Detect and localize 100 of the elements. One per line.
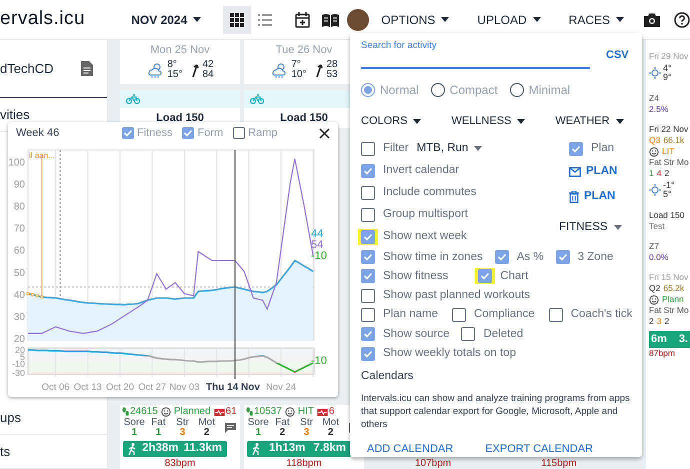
dropdown-button[interactable]: WELLNESS [451, 113, 526, 130]
footprints-icon [246, 407, 253, 417]
search-field[interactable]: Search for activity [361, 39, 590, 69]
menu-button[interactable]: RACES [568, 10, 624, 28]
checkbox[interactable] [122, 127, 134, 139]
checkbox[interactable] [548, 308, 563, 322]
checkbox[interactable] [361, 269, 375, 284]
checkmark-icon [363, 348, 373, 359]
envelope-icon [569, 167, 581, 177]
axis-tick-label: Oct 20 [106, 382, 134, 393]
temperature: 5° [663, 190, 673, 199]
help-icon[interactable] [674, 12, 690, 28]
book-icon[interactable] [322, 12, 340, 26]
csv-button[interactable]: CSV [606, 46, 629, 63]
checkbox[interactable] [461, 327, 476, 342]
section-heading: Calendars [361, 369, 414, 384]
radio-button[interactable] [510, 83, 524, 97]
wellness-label: Mot [321, 418, 340, 428]
caret-icon [413, 118, 422, 124]
checkmark-icon [363, 271, 373, 282]
select-dropdown[interactable]: MTB, Run [416, 140, 482, 158]
dropdown-button[interactable]: COLORS [361, 113, 422, 130]
calendar-button[interactable]: EXPORT CALENDAR [485, 440, 593, 458]
checkbox[interactable] [569, 142, 583, 156]
sidebar-item[interactable]: ts [0, 435, 107, 469]
checkbox[interactable] [494, 250, 509, 264]
checkbox[interactable] [233, 127, 246, 139]
dropdown-button[interactable]: WEATHER [555, 113, 624, 130]
checkmark-icon [363, 329, 373, 340]
wellness-label: Mot [197, 418, 216, 428]
checkbox-label: Include commutes [383, 184, 476, 200]
smiley-icon [649, 294, 659, 304]
checkbox-label: Show time in zones [383, 250, 483, 265]
calendar-add-icon[interactable] [295, 12, 310, 28]
plan-button[interactable]: PLAN [569, 188, 616, 206]
caret-icon [474, 146, 482, 151]
series-end-value: 44 [311, 229, 324, 240]
checkbox[interactable] [361, 142, 375, 156]
checkbox[interactable] [361, 250, 375, 264]
calendar-button[interactable]: ADD CALENDAR [367, 440, 454, 458]
checkbox[interactable] [361, 208, 375, 222]
smiley-icon [649, 146, 659, 156]
checkbox[interactable] [556, 250, 570, 264]
axis-tick-label: 90 [14, 179, 25, 190]
footprints-icon [122, 407, 129, 417]
radio-button[interactable] [361, 83, 375, 97]
camera-icon[interactable] [644, 12, 660, 26]
calendar-description: Intervals.icu can show and analyze training programs from apps that support calendar export for Google, Microsoft, Apple and others [361, 392, 631, 431]
radio-button[interactable] [430, 83, 445, 97]
avatar[interactable] [347, 8, 370, 30]
checkbox[interactable] [361, 230, 375, 244]
temperature: 8° [167, 60, 178, 70]
grid-view-button[interactable] [223, 6, 252, 34]
calendar-text: 2 [664, 316, 670, 327]
checkbox[interactable] [361, 288, 375, 303]
checkmark-icon [363, 166, 373, 176]
day-label: Fri 22 Nov [649, 124, 688, 135]
document-icon[interactable] [81, 61, 93, 76]
checkbox[interactable] [182, 127, 194, 139]
checkbox[interactable] [361, 308, 375, 322]
temperature: 15° [167, 70, 182, 80]
sidebar-item[interactable]: ups [0, 401, 107, 435]
caret-icon [517, 118, 526, 124]
wellness-value: 2 [326, 428, 334, 438]
checkbox-label: Plan name [383, 307, 438, 322]
wellness-value: 3 [302, 428, 310, 438]
day-date: Tue 26 Nov [276, 43, 332, 58]
checkbox[interactable] [361, 327, 375, 342]
menu-button[interactable]: UPLOAD [477, 10, 541, 28]
checkbox[interactable] [452, 308, 466, 322]
checkbox[interactable] [478, 269, 492, 284]
average-heart-rate: 115bpm [541, 458, 577, 469]
checkbox[interactable] [361, 164, 375, 178]
wind-speed: 42 [202, 60, 214, 70]
menu-button[interactable]: OPTIONS [381, 10, 450, 28]
close-button[interactable] [319, 128, 330, 138]
average-heart-rate: 118bpm [286, 457, 322, 469]
checkbox[interactable] [361, 346, 375, 361]
comment-icon[interactable] [225, 423, 236, 433]
checkbox-label: Filter [383, 140, 409, 156]
checkmark-icon [123, 128, 133, 138]
calendar-text: 0.0% [649, 252, 668, 263]
axis-tick-label: Oct 27 [138, 382, 166, 393]
select-dropdown[interactable]: FITNESS [559, 218, 622, 236]
axis-tick-label: 100 [8, 157, 25, 168]
checkbox-label: Plan [591, 140, 614, 156]
walking-person-icon [128, 443, 137, 455]
checkbox[interactable] [361, 186, 375, 200]
plan-button[interactable]: PLAN [569, 163, 618, 181]
calendar-text: 65.2k [663, 283, 684, 294]
wellness-label: Fat [150, 418, 167, 428]
day-label: Fri 29 Nov [649, 51, 688, 62]
wellness-label: Sore [248, 418, 269, 428]
wellness-value: 3 [178, 428, 186, 438]
checkbox-label: Show past planned workouts [383, 288, 530, 304]
day-date: Mon 25 Nov [150, 43, 210, 58]
caret-icon [193, 17, 202, 22]
wind-arrow-icon [190, 62, 200, 78]
calendar-text: Test [649, 221, 665, 232]
month-dropdown[interactable]: NOV 2024 [131, 10, 202, 28]
